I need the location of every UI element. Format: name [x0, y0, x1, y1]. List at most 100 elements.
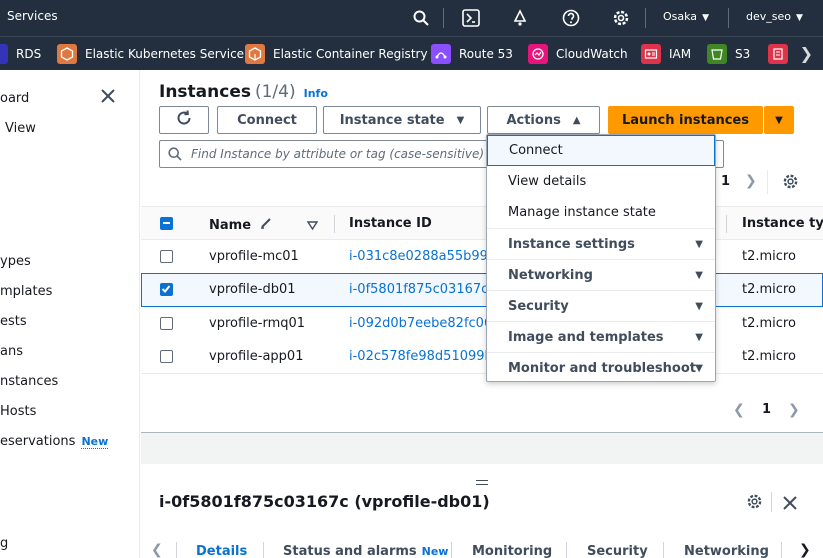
chevron-right-icon[interactable]: ❯	[745, 173, 757, 189]
menu-item-view-details[interactable]: View details	[487, 166, 715, 197]
menu-group-security[interactable]: Security ▼	[487, 290, 715, 321]
info-link[interactable]: Info	[304, 87, 328, 100]
row-checkbox[interactable]	[160, 317, 173, 330]
search-icon[interactable]	[410, 7, 432, 29]
resize-handle-icon[interactable]	[476, 480, 488, 485]
favorite-route53[interactable]: Route 53	[431, 43, 513, 65]
launch-options-button[interactable]: ▼	[764, 106, 794, 134]
favorite-rds[interactable]: RDS	[0, 43, 41, 65]
sidebar-item-global-view[interactable]: View	[5, 121, 36, 136]
page-number[interactable]: 1	[762, 402, 771, 417]
sidebar-item-launch-templates[interactable]: mplates	[0, 284, 52, 299]
column-header-instance-id[interactable]: Instance ID	[349, 216, 432, 231]
refresh-button[interactable]	[159, 106, 209, 134]
settings-icon[interactable]	[610, 7, 632, 29]
chevron-left-icon[interactable]: ❮	[151, 542, 163, 558]
favorite-cloudwatch[interactable]: CloudWatch	[528, 43, 628, 65]
tab-networking[interactable]: Networking	[684, 544, 769, 558]
column-divider[interactable]	[726, 215, 727, 233]
region-selector[interactable]: Osaka ▼	[663, 10, 709, 23]
service-icon	[768, 44, 788, 64]
caret-down-icon: ▼	[456, 114, 465, 126]
select-all-checkbox[interactable]	[160, 217, 173, 230]
settings-icon[interactable]	[746, 493, 763, 514]
cloudshell-icon[interactable]	[460, 7, 482, 29]
column-header-name[interactable]: Name	[209, 216, 273, 233]
caret-down-icon: ▼	[695, 270, 703, 281]
favorite-iam[interactable]: IAM	[641, 43, 691, 65]
chevron-right-icon[interactable]: ❯	[800, 44, 813, 63]
table-row[interactable]: vprofile-mc01 i-031c8e0288a55b99 t2.micr…	[141, 240, 823, 274]
connect-button[interactable]: Connect	[217, 106, 317, 134]
chevron-left-icon[interactable]: ❮	[733, 402, 745, 418]
tab-security[interactable]: Security	[587, 544, 648, 558]
instance-id-link[interactable]: i-0f5801f875c03167c	[349, 282, 488, 297]
favorite-s3[interactable]: S3	[707, 43, 750, 65]
details-panel: i-0f5801f875c03167c (vprofile-db01) ❮ De…	[141, 464, 823, 558]
eks-icon	[57, 44, 77, 64]
search-icon	[168, 147, 182, 161]
menu-item-label: Security	[508, 298, 569, 314]
column-divider[interactable]	[334, 215, 335, 233]
caret-down-icon: ▼	[702, 13, 709, 23]
row-checkbox[interactable]	[160, 283, 173, 296]
sidebar-item-capacity-reservations[interactable]: eservations New	[0, 434, 109, 449]
menu-item-label: Connect	[509, 143, 563, 158]
tab-monitoring[interactable]: Monitoring	[472, 544, 552, 558]
sidebar-item-spot-requests[interactable]: ests	[0, 314, 27, 329]
preferences-icon[interactable]	[782, 173, 799, 194]
split-panel-divider[interactable]	[141, 432, 823, 464]
table-row[interactable]: vprofile-app01 i-02c578fe98d51099b t2.mi…	[141, 340, 823, 374]
table-row[interactable]: vprofile-db01 i-0f5801f875c03167c t2.mic…	[141, 273, 823, 307]
region-label: Osaka	[663, 10, 698, 23]
favorite-label: Route 53	[459, 47, 513, 61]
tab-details[interactable]: Details	[196, 544, 247, 558]
sidebar: oard View ypes mplates ests ans nstances…	[0, 70, 140, 558]
launch-instances-button[interactable]: Launch instances	[608, 106, 763, 134]
caret-down-icon: ▼	[695, 239, 703, 250]
menu-group-networking[interactable]: Networking ▼	[487, 259, 715, 290]
help-icon[interactable]	[560, 7, 582, 29]
menu-item-label: Manage instance state	[508, 205, 656, 220]
close-icon[interactable]	[783, 495, 797, 514]
instance-id-link[interactable]: i-031c8e0288a55b99	[349, 249, 488, 264]
actions-button[interactable]: Actions ▲	[487, 106, 600, 134]
tab-divider	[451, 542, 452, 558]
favorites-bar: RDS Elastic Kubernetes Service Elastic C…	[0, 36, 823, 70]
favorite-service[interactable]	[768, 43, 796, 65]
page-number[interactable]: 1	[721, 174, 730, 189]
instance-id-link[interactable]: i-02c578fe98d51099b	[349, 349, 493, 364]
instance-state-label: Instance state	[339, 112, 445, 128]
menu-group-image-and-templates[interactable]: Image and templates ▼	[487, 321, 715, 352]
table-row[interactable]: vprofile-rmq01 i-092d0b7eebe82fc06 t2.mi…	[141, 307, 823, 341]
sort-icon[interactable]	[306, 216, 319, 235]
close-icon[interactable]	[100, 88, 120, 108]
column-header-instance-type[interactable]: Instance typ	[742, 216, 823, 231]
sidebar-item-images[interactable]: g	[0, 536, 8, 551]
row-checkbox[interactable]	[160, 350, 173, 363]
sidebar-item-savings-plans[interactable]: ans	[0, 344, 23, 359]
chevron-right-icon[interactable]: ❯	[788, 402, 800, 418]
account-menu[interactable]: dev_seo ▼	[746, 10, 803, 23]
menu-item-manage-instance-state[interactable]: Manage instance state	[487, 197, 715, 228]
connect-button-label: Connect	[237, 112, 297, 128]
menu-group-instance-settings[interactable]: Instance settings ▼	[487, 228, 715, 259]
menu-group-monitor-and-troubleshoot[interactable]: Monitor and troubleshoot ▼	[487, 352, 715, 383]
instance-state-button[interactable]: Instance state ▼	[323, 106, 481, 134]
sidebar-item-reserved-instances[interactable]: nstances	[0, 374, 58, 389]
notifications-icon[interactable]	[509, 7, 531, 29]
caret-down-icon: ▼	[695, 363, 703, 374]
sidebar-item-instance-types[interactable]: ypes	[0, 254, 31, 269]
services-menu[interactable]: Services	[7, 9, 58, 23]
chevron-right-icon[interactable]: ❯	[799, 542, 811, 558]
sidebar-item-dashboard[interactable]: oard	[0, 91, 29, 106]
instance-id-link[interactable]: i-092d0b7eebe82fc06	[349, 316, 492, 331]
menu-item-connect[interactable]: Connect	[487, 135, 715, 166]
tab-status-and-alarms[interactable]: Status and alarms New	[283, 544, 448, 558]
sidebar-item-dedicated-hosts[interactable]: Hosts	[0, 404, 36, 419]
favorite-ecr[interactable]: Elastic Container Registry	[245, 43, 428, 65]
favorite-label: Elastic Container Registry	[273, 47, 428, 61]
favorite-eks[interactable]: Elastic Kubernetes Service	[57, 43, 244, 65]
tab-divider	[263, 542, 264, 558]
row-checkbox[interactable]	[160, 250, 173, 263]
